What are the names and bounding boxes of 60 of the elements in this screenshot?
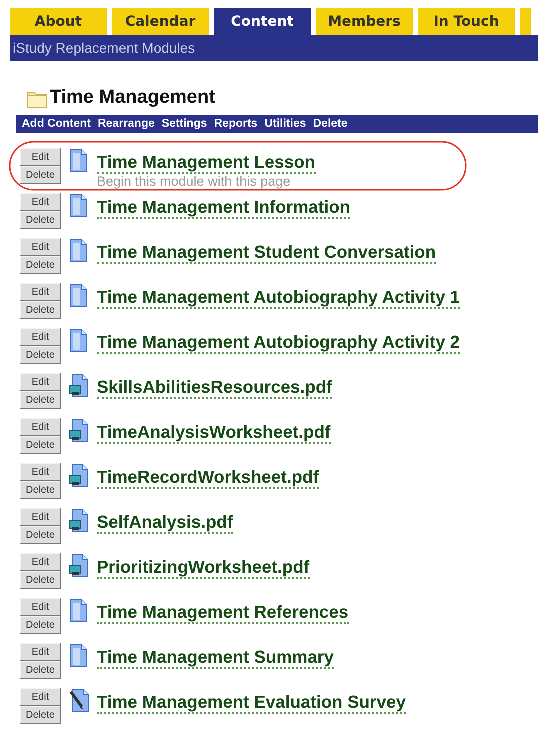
edit-button[interactable]: Edit [20, 688, 61, 706]
delete-button[interactable]: Delete [20, 391, 61, 409]
document-icon [69, 419, 91, 443]
breadcrumb-link[interactable]: iStudy Replacement Modules [13, 40, 196, 56]
item-link[interactable]: Time Management Lesson [97, 152, 316, 174]
item-link[interactable]: Time Management Autobiography Activity 1 [97, 287, 460, 309]
tab[interactable]: Calendar [112, 8, 209, 35]
edit-button[interactable]: Edit [20, 148, 61, 166]
tab[interactable]: Members [316, 8, 413, 35]
delete-button[interactable]: Delete [20, 256, 61, 274]
delete-button[interactable]: Delete [20, 211, 61, 229]
toolbar-link[interactable]: Reports [214, 118, 258, 130]
toolbar-link[interactable]: Delete [313, 118, 348, 130]
delete-button[interactable]: Delete [20, 346, 61, 364]
tab[interactable]: Content [214, 8, 311, 35]
item-link[interactable]: TimeAnalysisWorksheet.pdf [97, 422, 331, 444]
edit-button[interactable]: Edit [20, 643, 61, 661]
tab[interactable]: About [10, 8, 107, 35]
delete-button[interactable]: Delete [20, 571, 61, 589]
edit-button[interactable]: Edit [20, 508, 61, 526]
delete-button[interactable]: Delete [20, 706, 61, 724]
delete-button[interactable]: Delete [20, 436, 61, 454]
item-link[interactable]: SelfAnalysis.pdf [97, 512, 234, 534]
delete-button[interactable]: Delete [20, 301, 61, 319]
edit-button[interactable]: Edit [20, 283, 61, 301]
delete-button[interactable]: Delete [20, 526, 61, 544]
edit-button[interactable]: Edit [20, 373, 61, 391]
delete-button[interactable]: Delete [20, 661, 61, 679]
pencil-document-icon [69, 689, 91, 713]
delete-button[interactable]: Delete [20, 481, 61, 499]
toolbar-link[interactable]: Utilities [264, 118, 306, 130]
edit-button[interactable]: Edit [20, 463, 61, 481]
edit-button[interactable]: Edit [20, 328, 61, 346]
folder-title: Time Management [50, 87, 216, 109]
item-link[interactable]: PrioritizingWorksheet.pdf [97, 557, 310, 579]
toolbar-link[interactable]: Add Content [22, 118, 91, 130]
edit-button[interactable]: Edit [20, 553, 61, 571]
delete-button[interactable]: Delete [20, 166, 61, 184]
toolbar-link[interactable]: Settings [162, 118, 208, 130]
item-link[interactable]: TimeRecordWorksheet.pdf [97, 467, 320, 489]
item-link[interactable]: Time Management References [97, 602, 349, 624]
item-description: Begin this module with this page [97, 174, 292, 190]
item-link[interactable]: Time Management Autobiography Activity 2 [97, 332, 460, 354]
edit-button[interactable]: Edit [20, 418, 61, 436]
edit-button[interactable]: Edit [20, 598, 61, 616]
edit-button[interactable]: Edit [20, 238, 61, 256]
toolbar-link[interactable]: Rearrange [98, 118, 155, 130]
tab[interactable] [520, 8, 531, 35]
item-link[interactable]: SkillsAbilitiesResources.pdf [97, 377, 332, 399]
item-link[interactable]: Time Management Information [97, 197, 350, 219]
document-icon [69, 464, 91, 488]
item-link[interactable]: Time Management Summary [97, 647, 334, 669]
tab[interactable]: In Touch [418, 8, 515, 35]
document-icon [69, 554, 91, 578]
document-icon [69, 374, 91, 398]
document-icon [69, 509, 91, 533]
item-link[interactable]: Time Management Student Conversation [97, 242, 436, 264]
item-link[interactable]: Time Management Evaluation Survey [97, 692, 406, 714]
delete-button[interactable]: Delete [20, 616, 61, 634]
edit-button[interactable]: Edit [20, 193, 61, 211]
